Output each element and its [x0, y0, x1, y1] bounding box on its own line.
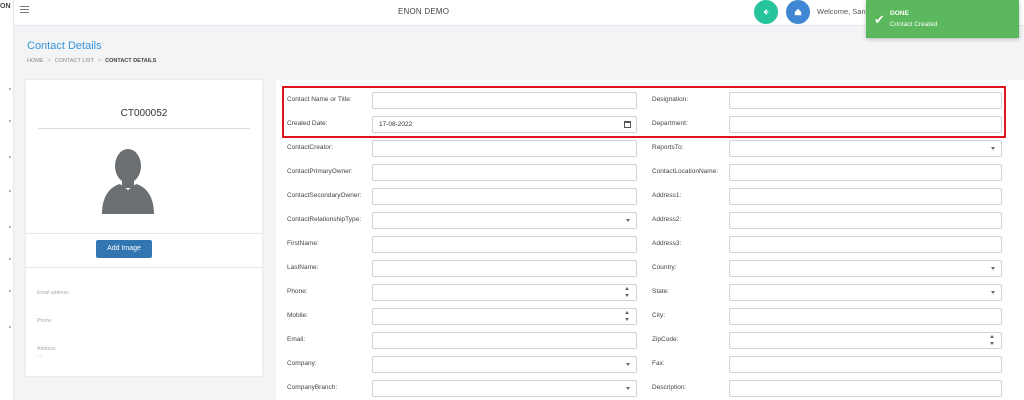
- email-input[interactable]: [372, 332, 637, 349]
- home-button[interactable]: [786, 0, 810, 24]
- contactrelationshiptype-label: ContactRelationshipType:: [287, 216, 362, 223]
- address1-input[interactable]: [729, 188, 1002, 205]
- fax-label: Fax:: [652, 360, 665, 367]
- companybranch-label: CompanyBranch:: [287, 384, 338, 391]
- logo: ON: [0, 3, 11, 10]
- description-label: Description:: [652, 384, 687, 391]
- state-label: State:: [652, 288, 669, 295]
- avatar-placeholder-icon: [102, 149, 154, 214]
- firstname-input[interactable]: [372, 236, 637, 253]
- phone-stepper[interactable]: [372, 284, 637, 301]
- caret-down-icon: [626, 363, 630, 366]
- reportsto-select[interactable]: [729, 140, 1002, 157]
- phone-label: Phone: [37, 318, 52, 324]
- city-label: City:: [652, 312, 665, 319]
- caret-down-icon: [626, 387, 630, 390]
- rail-icon[interactable]: [9, 326, 11, 328]
- rail-icon[interactable]: [9, 190, 11, 192]
- address2-label: Address2:: [652, 216, 682, 223]
- side-rail: ON: [0, 0, 14, 400]
- companybranch-select[interactable]: [372, 380, 637, 397]
- divider: [26, 267, 262, 268]
- phone-label: Phone:: [287, 288, 308, 295]
- add-image-button[interactable]: Add Image: [96, 240, 152, 258]
- email-label: Email:: [287, 336, 306, 343]
- contact-id: CT000052: [120, 108, 168, 119]
- rail-icon[interactable]: [9, 120, 11, 122]
- country-label: Country:: [652, 264, 677, 271]
- mobile-label: Mobile:: [287, 312, 308, 319]
- caret-down-icon: [626, 219, 630, 222]
- contactcreator-input[interactable]: [372, 140, 637, 157]
- firstname-label: FirstName:: [287, 240, 319, 247]
- profile-card: CT000052 Add Image Email address Phone A…: [26, 80, 262, 376]
- divider: [26, 233, 262, 234]
- fax-input[interactable]: [729, 356, 1002, 373]
- address3-input[interactable]: [729, 236, 1002, 253]
- contactcreator-label: ContactCreator:: [287, 144, 333, 151]
- address-value: - -: [37, 353, 42, 359]
- breadcrumb-home[interactable]: HOME: [27, 58, 44, 64]
- toast-notification[interactable]: ✔ DONE Contact Created: [866, 0, 1019, 38]
- caret-down-icon: [991, 147, 995, 150]
- address3-label: Address3:: [652, 240, 682, 247]
- rail-icon[interactable]: [9, 156, 11, 158]
- rail-icon[interactable]: [9, 226, 11, 228]
- contactprimaryowner-label: ContactPrimaryOwner:: [287, 168, 353, 175]
- address1-label: Address1:: [652, 192, 682, 199]
- description-input[interactable]: [729, 380, 1002, 397]
- check-icon: ✔: [874, 12, 885, 27]
- zipcode-label: ZipCode:: [652, 336, 679, 343]
- contactlocationname-input[interactable]: [729, 164, 1002, 181]
- highlight-box: [282, 86, 1006, 138]
- spinner-arrows-icon[interactable]: [990, 335, 995, 346]
- contactlocationname-label: ContactLocationName:: [652, 168, 719, 175]
- breadcrumb-contact-list[interactable]: CONTACT LIST: [55, 58, 94, 64]
- lastname-input[interactable]: [372, 260, 637, 277]
- app-title: ENON DEMO: [398, 7, 450, 16]
- chevron-right-icon: >: [97, 58, 102, 64]
- country-select[interactable]: [729, 260, 1002, 277]
- contactsecondaryowner-input[interactable]: [372, 188, 637, 205]
- breadcrumb-contact-details: CONTACT DETAILS: [105, 58, 157, 64]
- rail-icon[interactable]: [9, 290, 11, 292]
- email-label: Email address: [37, 290, 69, 296]
- contactsecondaryowner-label: ContactSecondaryOwner:: [287, 192, 362, 199]
- toast-message: Contact Created: [890, 21, 938, 28]
- rail-icon[interactable]: [9, 88, 11, 90]
- company-select[interactable]: [372, 356, 637, 373]
- breadcrumb: HOME > CONTACT LIST > CONTACT DETAILS: [27, 58, 156, 64]
- city-input[interactable]: [729, 308, 1002, 325]
- address-label: Address: [37, 346, 56, 352]
- caret-down-icon: [991, 291, 995, 294]
- contactrelationshiptype-select[interactable]: [372, 212, 637, 229]
- contactprimaryowner-input[interactable]: [372, 164, 637, 181]
- chevron-right-icon: >: [47, 58, 51, 64]
- spinner-arrows-icon[interactable]: [625, 311, 630, 322]
- lastname-label: LastName:: [287, 264, 319, 271]
- state-select[interactable]: [729, 284, 1002, 301]
- divider: [38, 128, 250, 129]
- back-button[interactable]: [754, 0, 778, 24]
- arrow-left-icon: [763, 9, 769, 15]
- rail-icon[interactable]: [9, 258, 11, 260]
- zipcode-stepper[interactable]: [729, 332, 1002, 349]
- caret-down-icon: [991, 267, 995, 270]
- address2-input[interactable]: [729, 212, 1002, 229]
- spinner-arrows-icon[interactable]: [625, 287, 630, 298]
- mobile-stepper[interactable]: [372, 308, 637, 325]
- reportsto-label: ReportsTo:: [652, 144, 684, 151]
- toast-title: DONE: [890, 10, 909, 17]
- home-icon: [794, 8, 802, 16]
- page-title: Contact Details: [27, 40, 102, 52]
- company-label: Company:: [287, 360, 317, 367]
- hamburger-icon[interactable]: [20, 6, 29, 14]
- welcome-text: Welcome, Sand: [817, 7, 870, 16]
